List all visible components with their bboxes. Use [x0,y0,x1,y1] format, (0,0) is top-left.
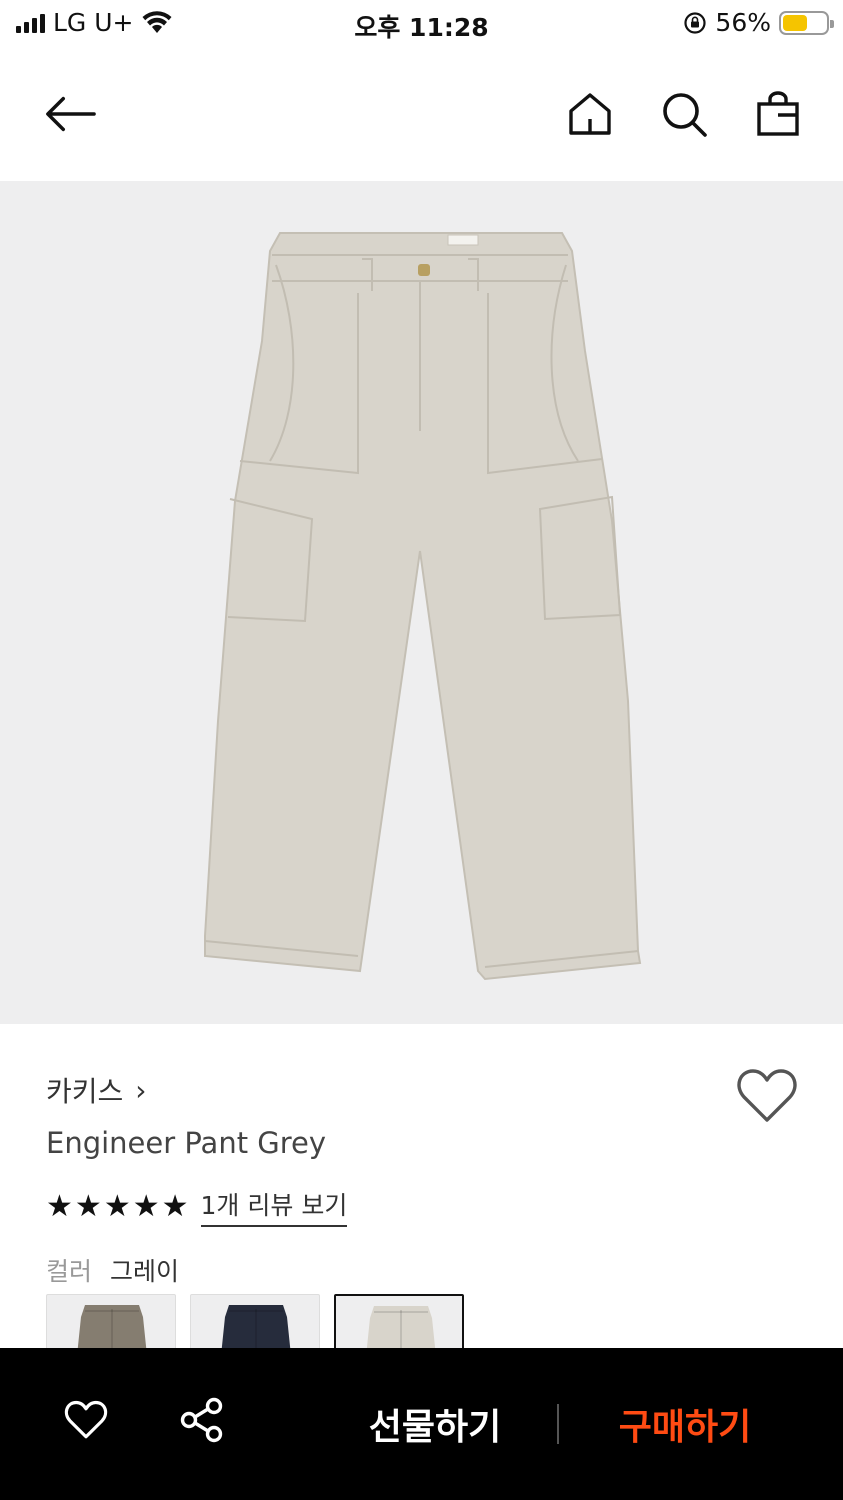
brand-link[interactable]: 카키스 › [46,1070,146,1110]
brand-name: 카키스 [46,1075,124,1108]
shopping-bag-icon[interactable] [752,88,804,140]
home-icon[interactable] [564,88,616,140]
status-right: 56% [683,8,834,37]
chevron-right-icon: › [135,1073,147,1107]
star-icon: ★ [132,1188,160,1224]
heart-icon[interactable] [62,1396,110,1444]
status-bar: LG U+ 오후 11:28 56% [0,0,843,48]
pants-illustration [204,232,642,981]
star-icon: ★ [74,1188,102,1224]
buy-button[interactable]: 구매하기 [590,1398,780,1450]
bottom-action-bar: 선물하기 구매하기 [0,1348,843,1500]
review-link[interactable]: 1개 리뷰 보기 [200,1186,348,1227]
back-arrow-icon[interactable] [44,88,96,140]
search-icon[interactable] [658,88,710,140]
rotation-lock-icon [684,11,707,34]
rating-row: ★ ★ ★ ★ ★ 1개 리뷰 보기 [46,1186,348,1227]
battery-percent: 56% [715,8,771,37]
share-icon[interactable] [178,1396,226,1444]
star-icon: ★ [161,1188,189,1224]
star-icon: ★ [103,1188,131,1224]
battery-fill [783,14,807,31]
divider [557,1404,559,1444]
star-rating: ★ ★ ★ ★ ★ [46,1188,189,1224]
wishlist-heart-icon[interactable] [736,1066,798,1126]
star-icon: ★ [46,1188,73,1224]
product-title: Engineer Pant Grey [46,1126,327,1160]
color-value: 그레이 [110,1257,180,1286]
battery-icon [779,10,834,35]
gift-button[interactable]: 선물하기 [340,1398,530,1450]
color-row: 컬러 그레이 [46,1252,179,1288]
top-nav [0,70,843,156]
product-image[interactable] [0,181,843,1024]
color-label: 컬러 [46,1257,93,1286]
